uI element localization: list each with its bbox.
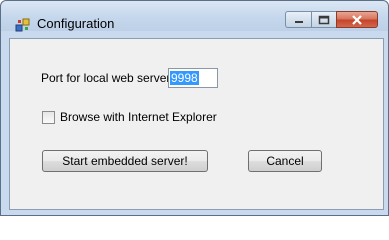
port-input[interactable]: 9998 <box>168 68 218 88</box>
close-icon <box>352 14 362 25</box>
port-label: Port for local web server <box>41 71 171 85</box>
cancel-button[interactable]: Cancel <box>248 150 322 172</box>
start-server-button[interactable]: Start embedded server! <box>42 150 208 172</box>
browse-ie-label[interactable]: Browse with Internet Explorer <box>60 110 217 124</box>
maximize-icon <box>318 15 330 24</box>
port-input-value: 9998 <box>170 71 199 85</box>
dialog-client-area: Port for local web server 9998 Browse wi… <box>9 38 384 210</box>
caption-buttons <box>285 11 378 30</box>
title-bar[interactable]: Configuration <box>1 1 388 32</box>
minimize-button[interactable] <box>285 11 311 28</box>
maximize-button[interactable] <box>311 11 336 28</box>
browse-ie-checkbox[interactable] <box>42 111 55 124</box>
window-title: Configuration <box>37 16 115 31</box>
application-icon <box>15 18 30 32</box>
configuration-window: Configuration Port for local web server … <box>0 0 389 216</box>
close-button[interactable] <box>336 11 378 28</box>
minimize-icon <box>294 20 303 23</box>
